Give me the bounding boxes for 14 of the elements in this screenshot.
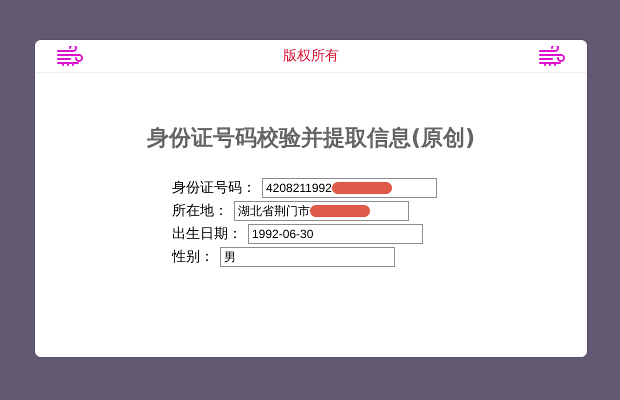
wind-icon <box>539 46 565 66</box>
field-label: 所在地： <box>172 202 228 220</box>
field-label: 出生日期： <box>172 225 242 243</box>
redaction-mark <box>332 182 392 194</box>
page-heading: 身份证号码校验并提取信息(原创) <box>146 125 476 153</box>
input-field[interactable]: 湖北省荆门市 <box>234 201 409 221</box>
field-label: 身份证号码： <box>172 179 256 197</box>
redaction-mark <box>310 205 370 217</box>
input-field[interactable]: 1992-06-30 <box>248 224 423 244</box>
copyright-title: 版权所有 <box>283 47 339 65</box>
wind-icon <box>57 46 83 66</box>
field-label: 性别： <box>172 248 214 266</box>
input-field[interactable]: 男 <box>220 247 395 267</box>
input-field[interactable]: 4208211992 <box>262 178 437 198</box>
